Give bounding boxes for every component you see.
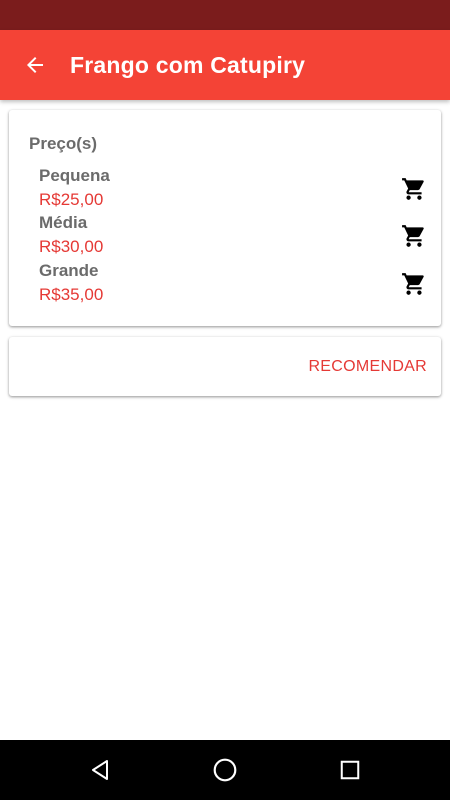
nav-back-button[interactable]: [84, 754, 116, 786]
cart-icon: [402, 273, 424, 295]
size-name: Pequena: [39, 166, 110, 185]
price-row-pequena: Pequena R$25,00: [39, 166, 429, 214]
arrow-back-icon: [27, 57, 43, 73]
size-price: R$30,00: [39, 237, 104, 256]
cart-icon: [402, 178, 424, 200]
nav-home-icon: [213, 758, 237, 782]
app-bar: Frango com Catupiry: [0, 30, 450, 100]
add-to-cart-button[interactable]: [399, 221, 429, 251]
recommend-button[interactable]: RECOMENDAR: [308, 337, 427, 396]
page-title: Frango com Catupiry: [70, 51, 306, 78]
prices-card: Preço(s) Pequena R$25,00 Média R$30,00 G…: [9, 110, 441, 326]
recommend-card: RECOMENDAR: [9, 337, 441, 396]
nav-recents-icon: [340, 760, 360, 780]
size-name: Grande: [39, 261, 99, 280]
nav-recents-button[interactable]: [334, 754, 366, 786]
nav-back-icon: [92, 760, 108, 780]
add-to-cart-button[interactable]: [399, 174, 429, 204]
prices-title: Preço(s): [29, 134, 98, 153]
price-row-media: Média R$30,00: [39, 213, 429, 261]
cart-icon: [402, 225, 424, 247]
price-row-grande: Grande R$35,00: [39, 261, 429, 309]
size-price: R$35,00: [39, 285, 104, 304]
size-price: R$25,00: [39, 190, 104, 209]
nav-home-button[interactable]: [209, 754, 241, 786]
add-to-cart-button[interactable]: [399, 269, 429, 299]
back-button[interactable]: [0, 30, 70, 100]
size-name: Média: [39, 213, 88, 232]
navigation-bar: [0, 740, 450, 800]
status-bar: [0, 0, 450, 30]
